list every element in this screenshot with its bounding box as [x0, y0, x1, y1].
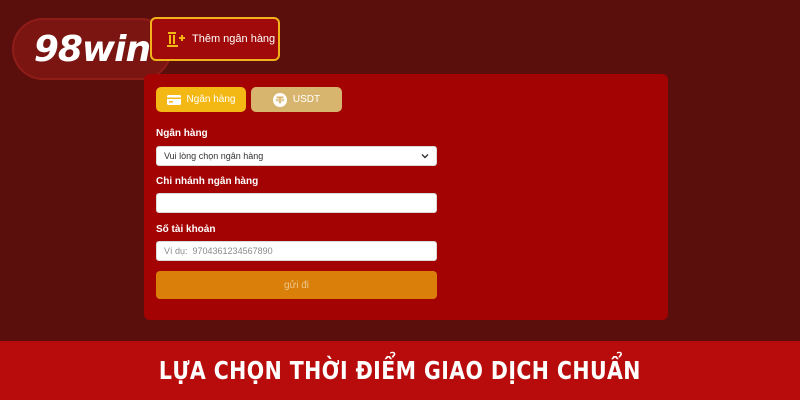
branch-field-label: Chi nhánh ngân hàng: [156, 176, 259, 187]
banner-title: LỰA CHỌN THỜI ĐIỂM GIAO DỊCH CHUẨN: [159, 356, 641, 385]
logo-text: 98win: [33, 28, 151, 70]
tether-icon: [272, 92, 287, 107]
tab-usdt[interactable]: USDT: [251, 87, 342, 112]
tab-bank[interactable]: Ngân hàng: [156, 87, 246, 112]
withdraw-form-panel: Ngân hàng USDT Ngân hàng Vui lòng chọn n…: [144, 74, 668, 320]
account-number-input[interactable]: [164, 242, 436, 260]
branch-field[interactable]: [156, 193, 437, 213]
card-icon: [166, 94, 181, 105]
submit-button[interactable]: gửi đi: [156, 271, 437, 299]
branch-input[interactable]: [164, 194, 436, 212]
tab-bank-label: Ngân hàng: [186, 94, 236, 105]
add-bank-label: Thêm ngân hàng: [192, 33, 276, 45]
account-field-label: Số tài khoản: [156, 224, 216, 235]
bank-select[interactable]: Vui lòng chọn ngân hàng: [156, 146, 437, 166]
chevron-down-icon: [421, 154, 429, 159]
bank-field-label: Ngân hàng: [156, 128, 208, 139]
bank-plus-icon: [167, 32, 185, 47]
tab-usdt-label: USDT: [292, 94, 321, 105]
brand-logo: 98win: [12, 18, 172, 80]
bank-select-value: Vui lòng chọn ngân hàng: [164, 151, 264, 161]
title-banner: LỰA CHỌN THỜI ĐIỂM GIAO DỊCH CHUẨN: [0, 341, 800, 400]
account-field[interactable]: [156, 241, 437, 261]
add-bank-button[interactable]: Thêm ngân hàng: [150, 17, 280, 61]
